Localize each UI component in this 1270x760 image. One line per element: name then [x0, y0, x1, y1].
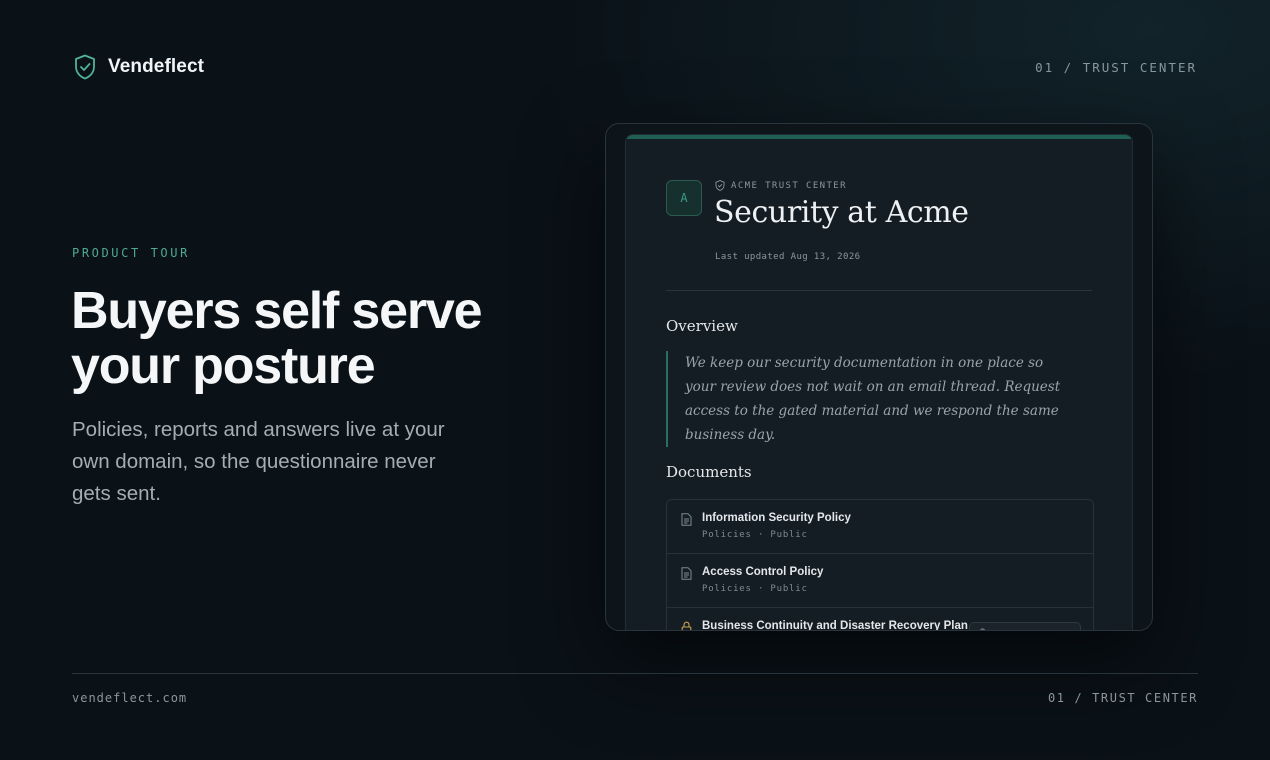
shield-check-icon: [715, 180, 725, 191]
trust-center-card: A ACME TRUST CENTER Security at Acme Las…: [625, 134, 1133, 631]
footer-section-label: 01 / TRUST CENTER: [1047, 691, 1198, 705]
company-avatar: A: [666, 180, 702, 216]
overview-text: We keep our security documentation in on…: [685, 355, 1061, 443]
documents-heading: Documents: [666, 463, 752, 481]
brand[interactable]: Vendeflect: [74, 54, 204, 80]
trust-center-preview: A ACME TRUST CENTER Security at Acme Las…: [605, 123, 1153, 631]
document-meta: Policies · Public: [702, 530, 808, 540]
last-updated: Last updated Aug 13, 2026: [715, 252, 861, 262]
trust-center-title: Security at Acme: [714, 195, 969, 230]
document-icon: [681, 567, 692, 580]
document-row[interactable]: Business Continuity and Disaster Recover…: [667, 608, 1093, 631]
shield-check-icon: [75, 54, 95, 80]
card-accent-bar: [626, 135, 1132, 139]
lock-icon: [980, 628, 985, 630]
footer-domain[interactable]: vendeflect.com: [72, 691, 187, 705]
document-list: Information Security Policy Policies · P…: [666, 499, 1094, 631]
request-access-button[interactable]: [969, 622, 1081, 630]
overview-quote: We keep our security documentation in on…: [666, 351, 1076, 447]
document-icon: [681, 513, 692, 526]
document-name: Access Control Policy: [702, 566, 824, 578]
brand-name: Vendeflect: [108, 56, 205, 77]
document-row[interactable]: Access Control Policy Policies · Public: [667, 554, 1093, 608]
lock-icon: [681, 621, 692, 630]
document-meta: Policies · Public: [702, 584, 808, 594]
document-name: Business Continuity and Disaster Recover…: [702, 620, 968, 631]
hero-subtext: Policies, reports and answers live at yo…: [72, 418, 445, 505]
document-row[interactable]: Information Security Policy Policies · P…: [667, 500, 1093, 554]
overview-heading: Overview: [666, 317, 738, 335]
hero-eyebrow: PRODUCT TOUR: [72, 246, 190, 260]
document-name: Information Security Policy: [702, 512, 851, 524]
divider: [666, 290, 1092, 291]
header-section-label: 01 / TRUST CENTER: [1035, 60, 1197, 75]
hero-headline: Buyers self serve your posture: [71, 282, 483, 395]
trust-center-label-text: ACME TRUST CENTER: [731, 180, 847, 191]
footer-divider: [72, 673, 1198, 674]
trust-center-label: ACME TRUST CENTER: [715, 180, 847, 191]
